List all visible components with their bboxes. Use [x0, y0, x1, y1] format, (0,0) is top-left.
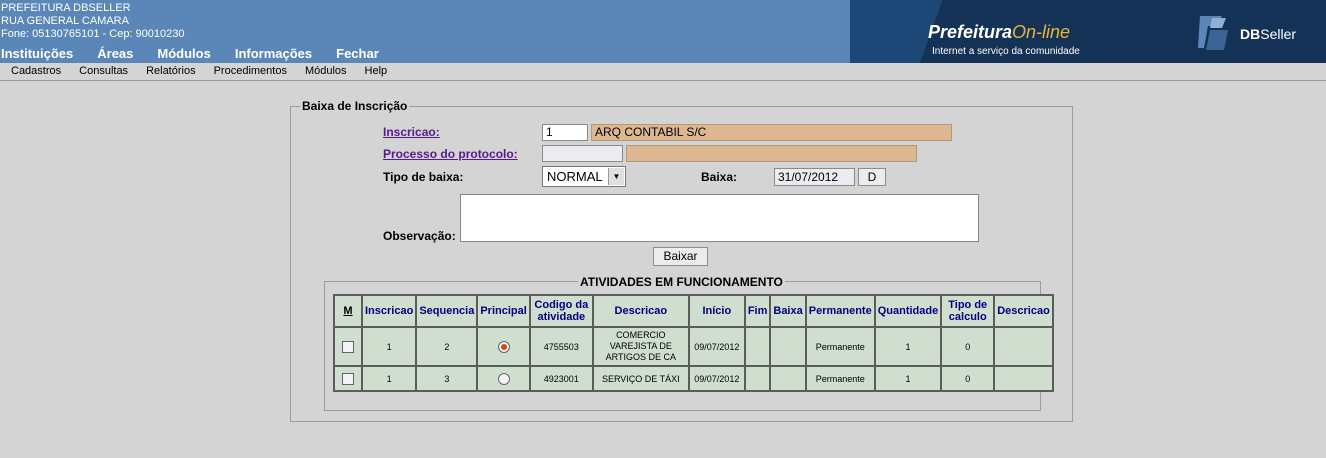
column-header-permanente: Permanente: [806, 296, 874, 326]
submenu-consultas[interactable]: Consultas: [79, 63, 128, 80]
db-text-db: DB: [1240, 26, 1261, 42]
cell-permanente: Permanente: [806, 328, 874, 365]
column-header-m[interactable]: M: [335, 296, 361, 326]
inscricao-name-field: ARQ CONTABIL S/C: [591, 124, 952, 141]
principal-radio[interactable]: [497, 340, 510, 353]
column-header-inicio: Início: [689, 296, 744, 326]
column-header-tipo-calculo: Tipo de calculo: [942, 296, 994, 326]
cell-principal: [478, 328, 529, 365]
cell-baixa: [771, 328, 805, 365]
cell-fim: [745, 367, 770, 390]
cell-inicio: 09/07/2012: [689, 328, 744, 365]
cell-sequencia: 3: [417, 367, 477, 390]
cell-inicio: 09/07/2012: [689, 367, 744, 390]
column-header-descricao: Descricao: [593, 296, 688, 326]
prefeitura-online-banner: PrefeituraOn-line Internet a serviço da …: [850, 0, 1148, 63]
row-checkbox-cell: [335, 367, 361, 390]
column-header-descricao-2: Descricao: [995, 296, 1052, 326]
date-picker-button[interactable]: D: [858, 168, 886, 186]
cell-descricao-2: [995, 367, 1052, 390]
cell-fim: [745, 328, 770, 365]
observacao-label: Observação:: [383, 229, 456, 243]
submenu-cadastros[interactable]: Cadastros: [11, 63, 61, 80]
db-text-seller: Seller: [1260, 26, 1297, 42]
baixa-legend: Baixa de Inscrição: [300, 99, 410, 113]
cell-tipo-calculo: 0: [942, 328, 994, 365]
cell-inscricao: 1: [363, 367, 416, 390]
po-logo-prefeitura: Prefeitura: [928, 22, 1013, 42]
column-header-codigo: Codigo da atividade: [530, 296, 592, 326]
cell-permanente: Permanente: [806, 367, 874, 390]
tipo-baixa-value: NORMAL: [547, 169, 603, 184]
banner-subtitle: Internet a serviço da comunidade: [932, 46, 1080, 57]
top-menu: Instituições Áreas Módulos Informações F…: [0, 46, 403, 61]
header-bar: PREFEITURA DBSELLER RUA GENERAL CAMARA F…: [0, 0, 1326, 63]
menu-modulos[interactable]: Módulos: [157, 46, 210, 61]
cell-principal: [478, 367, 529, 390]
column-header-sequencia: Sequencia: [417, 296, 477, 326]
baixar-button[interactable]: Baixar: [653, 247, 708, 266]
sub-menu: Cadastros Consultas Relatórios Procedime…: [0, 63, 1326, 81]
submenu-relatorios[interactable]: Relatórios: [146, 63, 196, 80]
table-header-row: M Inscricao Sequencia Principal Codigo d…: [335, 296, 1052, 326]
cell-descricao-2: [995, 328, 1052, 365]
activities-legend: ATIVIDADES EM FUNCIONAMENTO: [578, 275, 785, 289]
processo-desc-field: [626, 145, 917, 162]
prefeitura-online-logo: PrefeituraOn-line: [928, 22, 1070, 43]
submenu-procedimentos[interactable]: Procedimentos: [214, 63, 287, 80]
processo-label: Processo do protocolo:: [383, 147, 518, 161]
org-contact: Fone: 05130765101 - Cep: 90010230: [1, 28, 185, 40]
inscricao-link[interactable]: Inscricao:: [383, 125, 440, 139]
po-logo-online: On-line: [1012, 22, 1071, 42]
column-header-baixa: Baixa: [771, 296, 805, 326]
column-header-inscricao: Inscricao: [363, 296, 416, 326]
submenu-help[interactable]: Help: [365, 63, 388, 80]
cell-descricao: COMERCIO VAREJISTA DE ARTIGOS DE CA: [593, 328, 688, 365]
principal-radio[interactable]: [497, 372, 510, 385]
cell-tipo-calculo: 0: [942, 367, 994, 390]
tipo-baixa-select[interactable]: NORMAL ▼: [542, 166, 626, 187]
inscricao-label: Inscricao:: [383, 125, 440, 139]
tipo-baixa-label: Tipo de baixa:: [383, 170, 464, 184]
cell-sequencia: 2: [417, 328, 477, 365]
dbseller-logo-icon: [1198, 16, 1228, 50]
cell-quantidade: 1: [875, 367, 941, 390]
cell-descricao: SERVIÇO DE TÁXI: [593, 367, 688, 390]
column-header-principal: Principal: [478, 296, 529, 326]
baixa-date-input[interactable]: 31/07/2012: [774, 168, 855, 186]
menu-areas[interactable]: Áreas: [97, 46, 133, 61]
header-info: PREFEITURA DBSELLER RUA GENERAL CAMARA F…: [1, 2, 185, 41]
menu-fechar[interactable]: Fechar: [336, 46, 379, 61]
baixa-date-label: Baixa:: [701, 170, 738, 184]
org-address: RUA GENERAL CAMARA: [1, 15, 129, 27]
row-checkbox[interactable]: [342, 340, 354, 353]
activities-table: M Inscricao Sequencia Principal Codigo d…: [333, 294, 1054, 392]
submenu-modulos[interactable]: Módulos: [305, 63, 347, 80]
dbseller-logo-text: DBSeller: [1240, 26, 1296, 42]
processo-link[interactable]: Processo do protocolo:: [383, 147, 518, 161]
org-name: PREFEITURA DBSELLER: [1, 2, 131, 14]
observacao-textarea[interactable]: [460, 194, 979, 242]
menu-instituicoes[interactable]: Instituições: [1, 46, 73, 61]
row-checkbox[interactable]: [342, 372, 354, 385]
table-row: 1 2 4755503 COMERCIO VAREJISTA DE ARTIGO…: [335, 328, 1052, 365]
table-row: 1 3 4923001 SERVIÇO DE TÁXI 09/07/2012 P…: [335, 367, 1052, 390]
dbseller-banner: DBSeller: [1148, 0, 1326, 63]
cell-baixa: [771, 367, 805, 390]
cell-inscricao: 1: [363, 328, 416, 365]
cell-codigo: 4755503: [530, 328, 592, 365]
inscricao-input[interactable]: 1: [542, 124, 588, 141]
cell-quantidade: 1: [875, 328, 941, 365]
column-header-fim: Fim: [745, 296, 770, 326]
cell-codigo: 4923001: [530, 367, 592, 390]
dropdown-arrow-icon[interactable]: ▼: [608, 168, 624, 185]
menu-informacoes[interactable]: Informações: [235, 46, 312, 61]
row-checkbox-cell: [335, 328, 361, 365]
column-header-m-label: M: [343, 305, 353, 317]
processo-input[interactable]: [542, 145, 623, 162]
column-header-quantidade: Quantidade: [875, 296, 941, 326]
